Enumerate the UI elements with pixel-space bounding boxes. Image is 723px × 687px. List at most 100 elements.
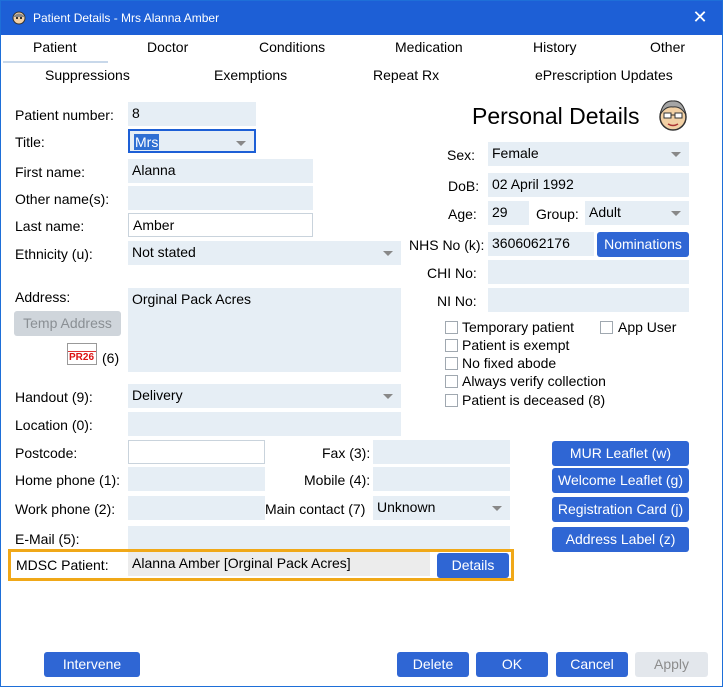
work-phone-field[interactable]	[128, 496, 265, 520]
ok-button[interactable]: OK	[476, 652, 548, 677]
first-name-field[interactable]: Alanna	[128, 159, 313, 183]
pr26-count: (6)	[102, 350, 120, 366]
handout-select[interactable]: Delivery	[128, 384, 401, 408]
mobile-field[interactable]	[373, 467, 510, 491]
mur-leaflet-button[interactable]: MUR Leaflet (w)	[552, 441, 689, 466]
other-names-field[interactable]	[128, 186, 313, 210]
email-label: E-Mail (5):	[15, 531, 80, 547]
first-name-label: First name:	[15, 164, 86, 180]
last-name-field[interactable]: Amber	[128, 213, 313, 237]
registration-card-button[interactable]: Registration Card (j)	[552, 497, 689, 522]
group-select[interactable]: Adult	[585, 201, 689, 225]
handout-value: Delivery	[132, 387, 183, 403]
intervene-button[interactable]: Intervene	[44, 652, 140, 677]
sex-select[interactable]: Female	[488, 142, 689, 166]
tab-row-1: Patient Doctor Conditions Medication His…	[1, 35, 722, 61]
tab-patient[interactable]: Patient	[33, 39, 77, 55]
fax-label: Fax (3):	[322, 445, 371, 461]
close-icon[interactable]: ✕	[690, 7, 710, 27]
fax-field[interactable]	[373, 440, 510, 464]
personal-details-heading: Personal Details	[472, 103, 640, 129]
title-select[interactable]: Mrs	[128, 129, 256, 153]
address-label: Address:	[15, 289, 71, 305]
chevron-down-icon	[236, 141, 246, 146]
title-value: Mrs	[134, 134, 160, 150]
location-field[interactable]	[128, 412, 401, 436]
always-verify-collection-checkbox[interactable]	[445, 375, 458, 388]
patient-avatar-icon	[659, 100, 687, 131]
tab-history[interactable]: History	[533, 39, 577, 55]
ethnicity-select[interactable]: Not stated	[128, 241, 401, 265]
handout-label: Handout (9):	[15, 389, 93, 405]
chi-label: CHI No:	[427, 265, 477, 281]
mdsc-label: MDSC Patient:	[16, 557, 109, 573]
dob-label: DoB:	[448, 178, 480, 194]
chevron-down-icon	[492, 506, 502, 511]
patient-deceased-checkbox[interactable]	[445, 394, 458, 407]
chi-field[interactable]	[488, 260, 689, 284]
nhs-field[interactable]: 3606062176	[488, 232, 594, 256]
sex-value: Female	[492, 145, 539, 161]
temp-address-button[interactable]: Temp Address	[14, 311, 121, 336]
apply-button[interactable]: Apply	[635, 652, 708, 677]
app-user-label: App User	[618, 319, 677, 335]
age-label: Age:	[448, 206, 477, 222]
temporary-patient-label: Temporary patient	[462, 319, 575, 335]
nhs-label: NHS No (k):	[409, 237, 485, 253]
tab-other[interactable]: Other	[650, 39, 685, 55]
temporary-patient-checkbox[interactable]	[445, 321, 458, 334]
tab-suppressions[interactable]: Suppressions	[45, 67, 130, 83]
group-label: Group:	[536, 206, 579, 222]
tab-exemptions[interactable]: Exemptions	[214, 67, 287, 83]
cancel-button[interactable]: Cancel	[556, 652, 628, 677]
tab-repeat-rx[interactable]: Repeat Rx	[373, 67, 439, 83]
mdsc-details-button[interactable]: Details	[437, 553, 509, 578]
welcome-leaflet-button[interactable]: Welcome Leaflet (g)	[552, 468, 689, 493]
always-verify-collection-label: Always verify collection	[462, 373, 606, 389]
patient-number-label: Patient number:	[15, 107, 114, 123]
patient-exempt-checkbox[interactable]	[445, 339, 458, 352]
chevron-down-icon	[383, 251, 393, 256]
title-label: Title:	[15, 134, 45, 150]
ethnicity-label: Ethnicity (u):	[15, 246, 93, 262]
tab-eprescription-updates[interactable]: ePrescription Updates	[535, 67, 673, 83]
home-phone-field[interactable]	[128, 467, 265, 491]
postcode-label: Postcode:	[15, 445, 78, 461]
title-bar: Patient Details - Mrs Alanna Amber ✕	[1, 1, 722, 35]
location-label: Location (0):	[15, 417, 93, 433]
ethnicity-value: Not stated	[132, 244, 196, 260]
patient-number-field[interactable]: 8	[128, 102, 256, 126]
main-contact-label: Main contact (7)	[265, 501, 366, 517]
group-value: Adult	[589, 204, 621, 220]
sex-label: Sex:	[447, 147, 476, 163]
tab-conditions[interactable]: Conditions	[259, 39, 325, 55]
dob-field[interactable]: 02 April 1992	[488, 173, 689, 197]
ni-field[interactable]	[488, 288, 689, 312]
chevron-down-icon	[671, 152, 681, 157]
no-fixed-abode-label: No fixed abode	[462, 355, 557, 371]
chevron-down-icon	[383, 394, 393, 399]
tab-medication[interactable]: Medication	[395, 39, 463, 55]
work-phone-label: Work phone (2):	[15, 501, 116, 517]
patient-exempt-label: Patient is exempt	[462, 337, 570, 353]
window-title: Patient Details - Mrs Alanna Amber	[33, 11, 220, 25]
email-field[interactable]	[128, 526, 510, 550]
pr26-label: PR26	[69, 352, 95, 363]
address-field[interactable]: Orginal Pack Acres	[128, 288, 401, 372]
postcode-field[interactable]	[128, 440, 265, 464]
tab-doctor[interactable]: Doctor	[147, 39, 188, 55]
home-phone-label: Home phone (1):	[15, 472, 121, 488]
age-field: 29	[488, 201, 529, 225]
address-label-button[interactable]: Address Label (z)	[552, 527, 689, 552]
main-contact-select[interactable]: Unknown	[373, 496, 510, 520]
pr26-icon[interactable]: PR26	[67, 343, 97, 365]
no-fixed-abode-checkbox[interactable]	[445, 357, 458, 370]
tab-row-2: Suppressions Exemptions Repeat Rx ePresc…	[1, 63, 722, 89]
patient-deceased-label: Patient is deceased (8)	[462, 392, 606, 408]
delete-button[interactable]: Delete	[397, 652, 469, 677]
nominations-button[interactable]: Nominations	[597, 232, 689, 257]
app-user-checkbox[interactable]	[600, 321, 613, 334]
other-names-label: Other name(s):	[15, 191, 110, 207]
mdsc-value-field: Alanna Amber [Orginal Pack Acres]	[128, 552, 430, 576]
mobile-label: Mobile (4):	[304, 472, 371, 488]
